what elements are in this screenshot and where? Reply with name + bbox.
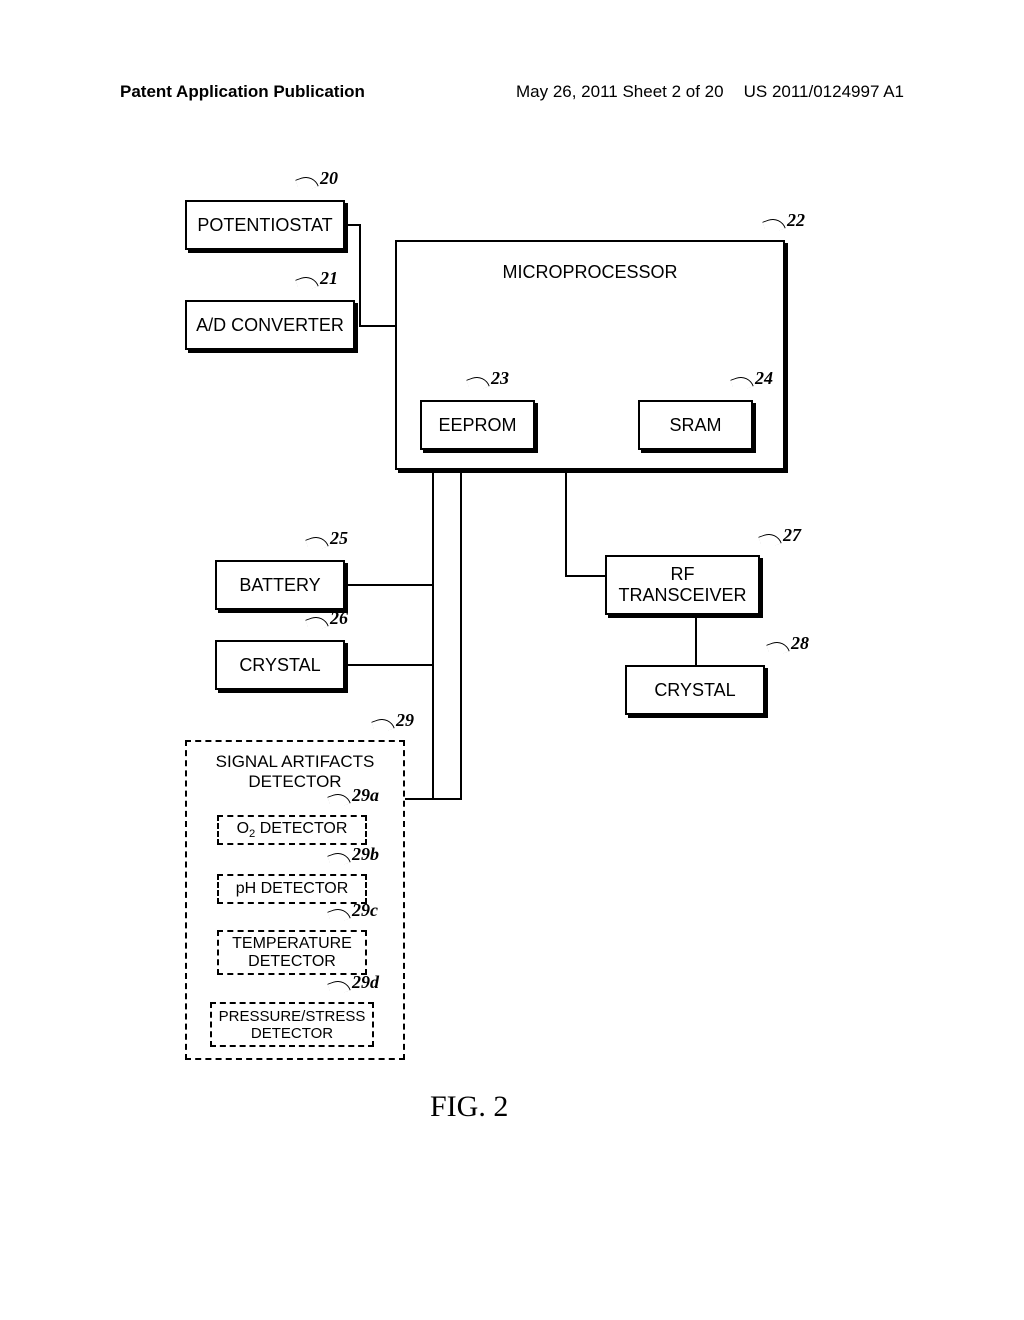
figure-label: FIG. 2 bbox=[430, 1090, 508, 1124]
pressure-detector-box: PRESSURE/STRESS DETECTOR bbox=[210, 1002, 374, 1047]
conn-mp-trunk-mid bbox=[460, 470, 462, 800]
conn-battery bbox=[345, 584, 391, 586]
crystal2-label: CRYSTAL bbox=[654, 680, 735, 701]
ref-29b: 29b bbox=[352, 844, 379, 865]
ref-26: 26 bbox=[330, 608, 348, 629]
ref-23: 23 bbox=[491, 368, 509, 389]
ref-29d: 29d bbox=[352, 972, 379, 993]
ph-detector-box: pH DETECTOR bbox=[217, 874, 367, 904]
ad-converter-box: A/D CONVERTER bbox=[185, 300, 355, 350]
rf-transceiver-label: RF TRANSCEIVER bbox=[618, 564, 746, 606]
sram-box: SRAM bbox=[638, 400, 753, 450]
potentiostat-box: POTENTIOSTAT bbox=[185, 200, 345, 250]
ref-29c: 29c bbox=[352, 900, 378, 921]
header-right: US 2011/0124997 A1 bbox=[744, 82, 904, 102]
ref-25: 25 bbox=[330, 528, 348, 549]
o2-detector-label: O2 DETECTOR bbox=[237, 820, 348, 840]
microprocessor-label: MICROPROCESSOR bbox=[502, 262, 677, 283]
crystal2-box: CRYSTAL bbox=[625, 665, 765, 715]
battery-box: BATTERY bbox=[215, 560, 345, 610]
ph-detector-label: pH DETECTOR bbox=[236, 880, 349, 898]
ref-20: 20 bbox=[320, 168, 338, 189]
ref-22: 22 bbox=[787, 210, 805, 231]
conn-mp-rf-v bbox=[565, 470, 567, 577]
conn-crystal1 bbox=[345, 664, 434, 666]
header-center: May 26, 2011 Sheet 2 of 20 bbox=[516, 82, 724, 102]
block-diagram: POTENTIOSTAT 20 A/D CONVERTER 21 MICROPR… bbox=[0, 180, 1024, 1180]
conn-artifacts-h bbox=[405, 798, 462, 800]
crystal1-label: CRYSTAL bbox=[239, 655, 320, 676]
conn-pot-ad bbox=[359, 250, 361, 327]
conn-mp-trunk-left bbox=[432, 470, 434, 800]
conn-rf-crystal2 bbox=[695, 615, 697, 665]
conn-mp-rf-h bbox=[565, 575, 605, 577]
ref-29: 29 bbox=[396, 710, 414, 731]
pressure-detector-label: PRESSURE/STRESS DETECTOR bbox=[219, 1008, 366, 1042]
sram-label: SRAM bbox=[669, 415, 721, 436]
temp-detector-box: TEMPERATURE DETECTOR bbox=[217, 930, 367, 975]
ref-27: 27 bbox=[783, 525, 801, 546]
ref-29a: 29a bbox=[352, 785, 379, 806]
temp-detector-label: TEMPERATURE DETECTOR bbox=[232, 935, 352, 971]
eeprom-box: EEPROM bbox=[420, 400, 535, 450]
ref-24: 24 bbox=[755, 368, 773, 389]
header-left: Patent Application Publication bbox=[120, 82, 365, 102]
conn-pot-v bbox=[359, 224, 361, 252]
o2-detector-box: O2 DETECTOR bbox=[217, 815, 367, 845]
rf-transceiver-box: RF TRANSCEIVER bbox=[605, 555, 760, 615]
potentiostat-label: POTENTIOSTAT bbox=[197, 215, 332, 236]
battery-label: BATTERY bbox=[239, 575, 320, 596]
ref-21: 21 bbox=[320, 268, 338, 289]
conn-battery-h bbox=[389, 584, 434, 586]
eeprom-label: EEPROM bbox=[438, 415, 516, 436]
ref-28: 28 bbox=[791, 633, 809, 654]
crystal1-box: CRYSTAL bbox=[215, 640, 345, 690]
ad-converter-label: A/D CONVERTER bbox=[196, 315, 344, 336]
conn-ad-mp bbox=[359, 325, 395, 327]
